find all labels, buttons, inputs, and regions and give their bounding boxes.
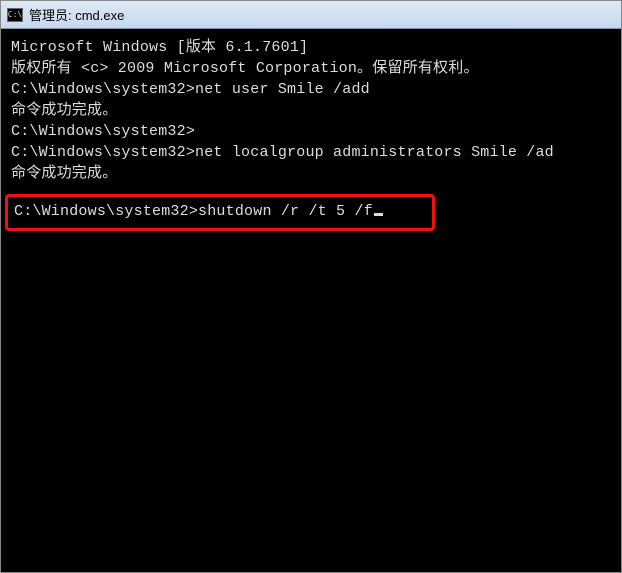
prompt-line: C:\Windows\system32> bbox=[11, 121, 611, 142]
terminal-area[interactable]: Microsoft Windows [版本 6.1.7601]版权所有 <c> … bbox=[1, 29, 621, 572]
output-line: Microsoft Windows [版本 6.1.7601] bbox=[11, 37, 611, 58]
prompt-line: C:\Windows\system32>net localgroup admin… bbox=[11, 142, 611, 163]
cmd-icon: C:\ bbox=[7, 8, 23, 22]
titlebar[interactable]: C:\ 管理员: cmd.exe bbox=[1, 1, 621, 29]
window-title: 管理员: cmd.exe bbox=[29, 5, 124, 24]
cmd-window: C:\ 管理员: cmd.exe Microsoft Windows [版本 6… bbox=[0, 0, 622, 573]
prompt-text: C:\Windows\system32> bbox=[14, 203, 198, 220]
output-line: 命令成功完成。 bbox=[11, 100, 611, 121]
cursor-icon bbox=[374, 213, 383, 216]
output-line: 版权所有 <c> 2009 Microsoft Corporation。保留所有… bbox=[11, 58, 611, 79]
prompt-line: C:\Windows\system32>net user Smile /add bbox=[11, 79, 611, 100]
cmd-icon-label: C:\ bbox=[8, 10, 22, 19]
highlight-annotation: C:\Windows\system32>shutdown /r /t 5 /f bbox=[5, 194, 435, 231]
command-text: shutdown /r /t 5 /f bbox=[198, 203, 373, 220]
output-line: 命令成功完成。 bbox=[11, 163, 611, 184]
